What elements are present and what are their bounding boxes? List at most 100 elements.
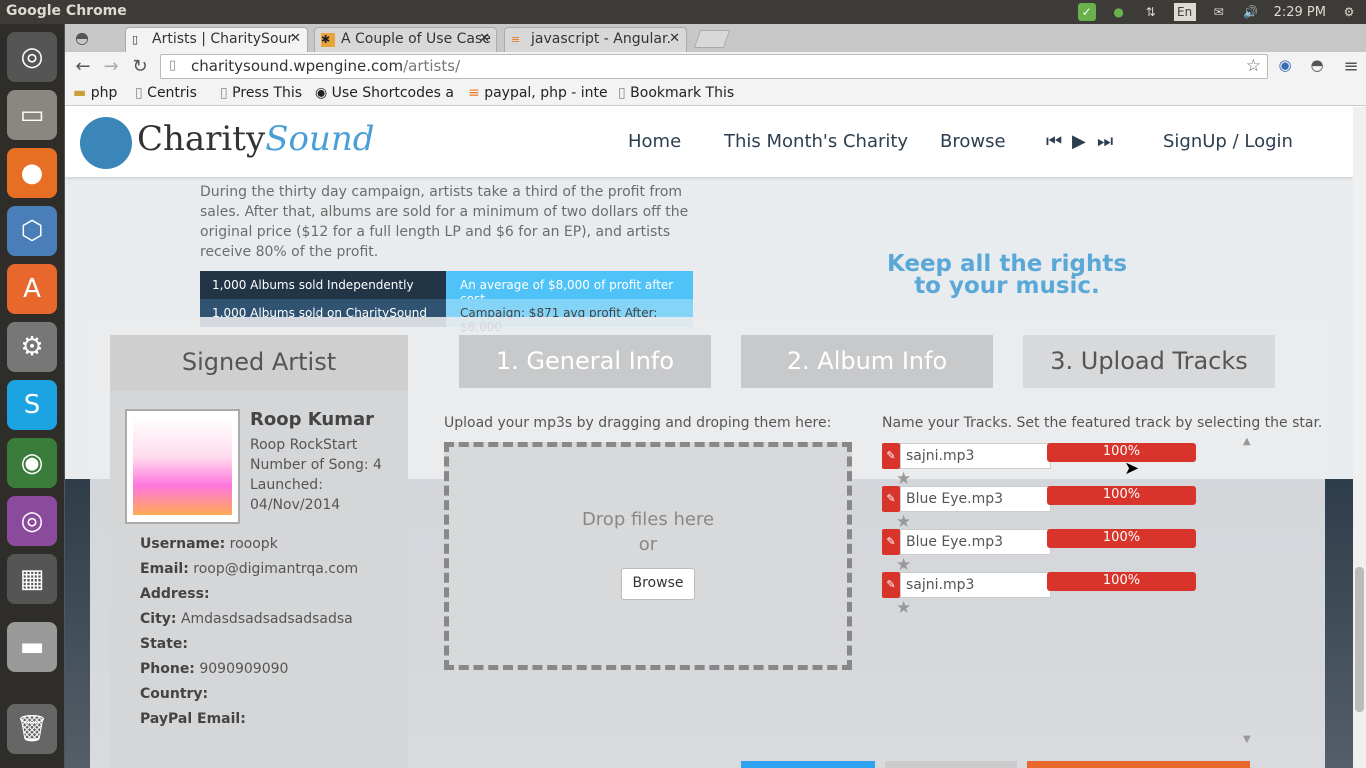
page-scrollbar[interactable] (1353, 107, 1366, 768)
browser-window: ◓ ▯ Artists | CharitySour ✕ ✱ A Couple o… (65, 24, 1366, 768)
edit-icon[interactable]: ✎ (882, 486, 900, 512)
tab-album-info[interactable]: 2. Album Info (741, 335, 993, 388)
progress-bar: 100% (1047, 572, 1196, 591)
volume-icon[interactable]: 🔊 (1242, 3, 1260, 21)
close-icon[interactable]: ✕ (669, 31, 680, 46)
settings-icon[interactable]: ⚙ (7, 322, 57, 372)
track-name-field[interactable]: sajni.mp3 (900, 572, 1051, 598)
bookmark-paypal[interactable]: ≡ paypal, php - inte (468, 85, 608, 101)
tab-upload-tracks[interactable]: 3. Upload Tracks (1023, 335, 1275, 388)
address-bar[interactable]: ▯ charitysound.wpengine.com/artists/ ☆ (160, 54, 1268, 79)
scrollbar-thumb[interactable] (1355, 567, 1364, 712)
extension-icon[interactable]: ◉ (1273, 56, 1297, 74)
track-name-field[interactable]: Blue Eye.mp3 (900, 486, 1051, 512)
close-icon[interactable]: ✕ (290, 31, 301, 46)
edit-icon[interactable]: ✎ (882, 443, 900, 469)
page-icon: ▯ (132, 33, 139, 46)
folder-icon: ▬ (73, 85, 87, 101)
keyboard-layout[interactable]: En (1173, 3, 1196, 21)
star-icon[interactable]: ☆ (1246, 56, 1261, 76)
bookmark-press-this[interactable]: ▯ Press This (220, 85, 302, 101)
campaign-paragraph: During the thirty day campaign, artists … (200, 184, 689, 260)
charitysound-logo-icon[interactable] (80, 117, 132, 169)
clock[interactable]: 2:29 PM (1274, 5, 1326, 20)
webcam-icon[interactable]: ◎ (7, 496, 57, 546)
artist-name: Roop Kumar (250, 409, 374, 430)
nav-this-months-charity[interactable]: This Month's Charity (724, 131, 908, 152)
artist-launched-label: Launched: (250, 477, 323, 493)
track-name-field[interactable]: Blue Eye.mp3 (900, 529, 1051, 555)
firefox-icon[interactable]: ● (7, 148, 57, 198)
files-icon[interactable]: ▭ (7, 90, 57, 140)
update-icon[interactable]: ✓ (1077, 3, 1096, 21)
bookmark-centris[interactable]: ▯ Centris (135, 85, 197, 101)
field-country: Country: (140, 686, 209, 702)
tab-strip: ◓ ▯ Artists | CharitySour ✕ ✱ A Couple o… (65, 24, 1366, 52)
site-logo[interactable]: CharitySound (137, 119, 375, 159)
browse-button[interactable]: Browse (621, 568, 695, 600)
software-center-icon[interactable]: A (7, 264, 57, 314)
asterisk-icon: ✱ (321, 33, 335, 47)
forward-icon[interactable]: → (99, 56, 123, 77)
table-row: 1,000 Albums sold Independently An avera… (200, 271, 693, 306)
track-item: ✎ sajni.mp3 100% ★ (882, 572, 1202, 618)
bookmark-php[interactable]: ▬ php (73, 85, 117, 101)
scroll-down-icon[interactable]: ▼ (1243, 734, 1251, 745)
tab-label: A Couple of Use Case (341, 31, 491, 47)
nav-signup-login[interactable]: SignUp / Login (1163, 131, 1293, 152)
back-icon[interactable]: ← (71, 56, 95, 77)
nav-browse[interactable]: Browse (940, 131, 1006, 152)
chrome-icon[interactable]: ◉ (7, 438, 57, 488)
chat-icon[interactable]: ● (1110, 3, 1128, 21)
menu-icon[interactable]: ≡ (1339, 56, 1363, 77)
star-icon[interactable]: ★ (896, 598, 911, 618)
tab-javascript[interactable]: ≡ javascript - Angular. ✕ (504, 27, 687, 52)
bookmark-shortcodes[interactable]: ◉ Use Shortcodes a (315, 85, 454, 101)
artist-band: Roop RockStart (250, 437, 358, 453)
new-tab-button[interactable] (693, 30, 731, 48)
ubuntu-home-icon[interactable]: ◎ (7, 32, 57, 82)
gear-icon[interactable]: ⚙ (1340, 3, 1358, 21)
bottom-button-blue[interactable] (741, 761, 875, 768)
tab-general-info[interactable]: 1. General Info (459, 335, 711, 388)
trash-icon[interactable]: 🗑 (7, 704, 57, 754)
scroll-up-icon[interactable]: ▲ (1243, 436, 1251, 447)
upload-instruction: Upload your mp3s by dragging and droping… (444, 415, 832, 431)
virtualbox-icon[interactable]: ⬡ (7, 206, 57, 256)
reload-icon[interactable]: ↻ (128, 56, 152, 77)
signed-artist-title: Signed Artist (110, 335, 408, 391)
site-header: CharitySound Home This Month's Charity B… (65, 107, 1353, 177)
nav-home[interactable]: Home (628, 131, 681, 152)
progress-bar: 100% (1047, 529, 1196, 548)
workspace-switcher-icon[interactable]: ▦ (7, 554, 57, 604)
artist-launched-date: 04/Nov/2014 (250, 497, 341, 513)
tracks-instruction: Name your Tracks. Set the featured track… (882, 415, 1323, 431)
network-icon[interactable]: ⇅ (1142, 3, 1160, 21)
field-address: Address: (140, 586, 210, 602)
tab-artists[interactable]: ▯ Artists | CharitySour ✕ (125, 27, 308, 52)
mail-icon[interactable]: ✉ (1210, 3, 1228, 21)
tracks-scrollbar[interactable]: ▲ ▼ (1242, 436, 1254, 745)
heading-line: to your music. (914, 273, 1100, 299)
bottom-button-gray[interactable] (885, 761, 1017, 768)
incognito-extension-icon[interactable]: ◓ (1305, 56, 1329, 74)
previous-track-icon[interactable]: ⏮ (1046, 131, 1062, 152)
next-track-icon[interactable]: ⏭ (1097, 131, 1113, 152)
drive-icon[interactable]: ▬ (7, 622, 57, 672)
track-item: ✎ sajni.mp3 100% ★ (882, 443, 1202, 489)
table-cell: 1,000 Albums sold Independently (200, 271, 446, 299)
url-path: /artists/ (403, 57, 461, 75)
bottom-button-orange[interactable] (1027, 761, 1250, 768)
play-icon[interactable]: ▶ (1072, 131, 1086, 152)
skype-icon[interactable]: S (7, 380, 57, 430)
launcher: ◎ ▭ ● ⬡ A ⚙ S ◉ ◎ ▦ ▬ 🗑 (0, 24, 65, 768)
track-name-field[interactable]: sajni.mp3 (900, 443, 1051, 469)
tab-use-cases[interactable]: ✱ A Couple of Use Case ✕ (314, 27, 497, 52)
bookmark-this[interactable]: ▯ Bookmark This (618, 85, 734, 101)
close-icon[interactable]: ✕ (479, 31, 490, 46)
field-username: Username: rooopk (140, 536, 278, 552)
page-icon: ▯ (135, 85, 143, 101)
edit-icon[interactable]: ✎ (882, 529, 900, 555)
edit-icon[interactable]: ✎ (882, 572, 900, 598)
file-drop-zone[interactable]: Drop files here or Browse (444, 442, 852, 670)
